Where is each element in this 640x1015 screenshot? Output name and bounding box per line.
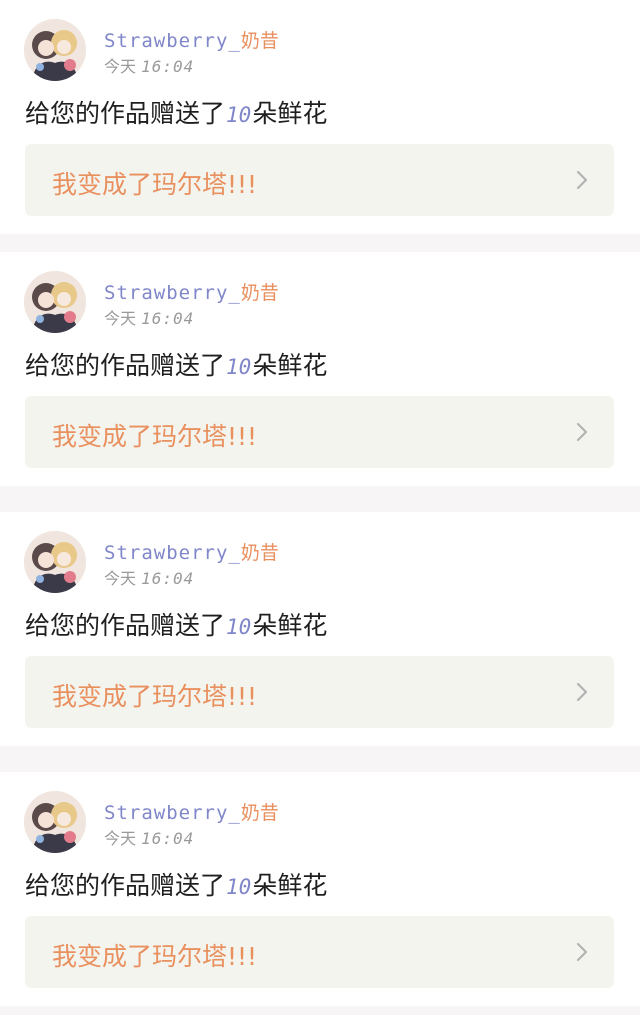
work-link-card[interactable]: 我变成了玛尔塔!!! [25,396,614,468]
work-title: 我变成了玛尔塔!!! [52,942,258,971]
message-text-after: 朵鲜花 [252,351,328,380]
date-label: 今天 [104,309,137,328]
time-label: 16:04 [141,57,195,76]
username-chinese: 奶昔 [240,802,279,824]
message-text-before: 给您的作品赠送了 [25,99,226,128]
message-text-before: 给您的作品赠送了 [25,871,226,900]
chevron-right-icon [576,170,588,190]
user-avatar[interactable] [24,271,86,333]
username-latin: Strawberry_ [104,542,241,564]
flower-count: 10 [226,875,252,899]
notification-card: Strawberry_奶昔 今天 16:04 给您的作品赠送了10朵鲜花 我变成… [0,0,640,234]
date-label: 今天 [104,57,137,76]
avatar-image [24,271,86,333]
work-title: 我变成了玛尔塔!!! [52,422,258,451]
user-avatar[interactable] [24,791,86,853]
notification-feed: Strawberry_奶昔 今天 16:04 给您的作品赠送了10朵鲜花 我变成… [0,0,640,1015]
username-chinese: 奶昔 [240,542,279,564]
message-text-before: 给您的作品赠送了 [25,351,226,380]
work-link-card[interactable]: 我变成了玛尔塔!!! [25,656,614,728]
flower-count: 10 [226,615,252,639]
message-text-after: 朵鲜花 [252,871,328,900]
timestamp: 今天 16:04 [104,53,194,77]
chevron-right-icon [576,422,588,442]
flower-count: 10 [226,355,252,379]
username-latin: Strawberry_ [104,30,241,52]
work-link-card[interactable]: 我变成了玛尔塔!!! [25,144,614,216]
user-avatar[interactable] [24,19,86,81]
message-text-before: 给您的作品赠送了 [25,611,226,640]
chevron-right-icon [576,682,588,702]
work-title: 我变成了玛尔塔!!! [52,682,258,711]
message-text-after: 朵鲜花 [252,611,328,640]
notification-message: 给您的作品赠送了10朵鲜花 [25,94,327,130]
notification-message: 给您的作品赠送了10朵鲜花 [25,606,327,642]
username[interactable]: Strawberry_奶昔 [104,278,279,305]
notification-card: Strawberry_奶昔 今天 16:04 给您的作品赠送了10朵鲜花 我变成… [0,252,640,486]
time-label: 16:04 [141,829,195,848]
message-text-after: 朵鲜花 [252,99,328,128]
user-avatar[interactable] [24,531,86,593]
avatar-image [24,791,86,853]
notification-card: Strawberry_奶昔 今天 16:04 给您的作品赠送了10朵鲜花 我变成… [0,772,640,1006]
work-link-card[interactable]: 我变成了玛尔塔!!! [25,916,614,988]
username-chinese: 奶昔 [240,282,279,304]
username-chinese: 奶昔 [240,30,279,52]
avatar-image [24,19,86,81]
date-label: 今天 [104,569,137,588]
notification-card: Strawberry_奶昔 今天 16:04 给您的作品赠送了10朵鲜花 我变成… [0,512,640,746]
notification-message: 给您的作品赠送了10朵鲜花 [25,866,327,902]
notification-message: 给您的作品赠送了10朵鲜花 [25,346,327,382]
time-label: 16:04 [141,569,195,588]
username-latin: Strawberry_ [104,282,241,304]
work-title: 我变成了玛尔塔!!! [52,170,258,199]
date-label: 今天 [104,829,137,848]
username[interactable]: Strawberry_奶昔 [104,538,279,565]
timestamp: 今天 16:04 [104,305,194,329]
timestamp: 今天 16:04 [104,825,194,849]
timestamp: 今天 16:04 [104,565,194,589]
avatar-image [24,531,86,593]
username[interactable]: Strawberry_奶昔 [104,26,279,53]
chevron-right-icon [576,942,588,962]
time-label: 16:04 [141,309,195,328]
username[interactable]: Strawberry_奶昔 [104,798,279,825]
username-latin: Strawberry_ [104,802,241,824]
flower-count: 10 [226,103,252,127]
